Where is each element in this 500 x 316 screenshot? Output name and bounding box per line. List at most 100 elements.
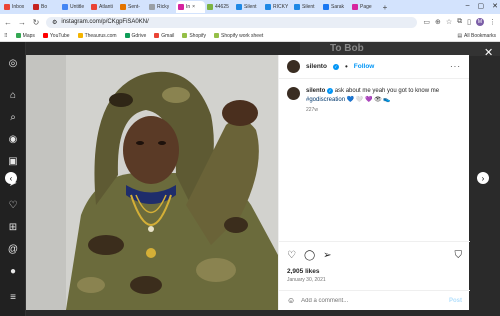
create-icon[interactable]: ⊞ bbox=[7, 222, 19, 234]
zoom-icon[interactable]: ⊕ bbox=[435, 18, 441, 26]
close-window-icon[interactable]: ✕ bbox=[492, 2, 498, 10]
emoji-icon[interactable]: ☺ bbox=[287, 296, 295, 305]
browser-tab[interactable]: Page bbox=[350, 1, 379, 13]
post-header: silento ✓ • Follow ··· bbox=[279, 55, 469, 79]
bookmark-label: Gdrive bbox=[131, 32, 147, 39]
bookmark-label: Shopify bbox=[189, 32, 207, 39]
instagram-logo-icon[interactable]: ◎ bbox=[7, 58, 19, 70]
bookmark-label: YouTube bbox=[49, 32, 70, 39]
more-menu-icon[interactable]: ≡ bbox=[7, 292, 19, 304]
tab-title: Silent bbox=[302, 4, 315, 10]
browser-tab[interactable]: Silent bbox=[234, 1, 263, 13]
tab-title: 44625 bbox=[215, 4, 229, 10]
browser-tab[interactable]: Inbox bbox=[2, 1, 31, 13]
tab-title: In bbox=[186, 4, 191, 10]
apps-grid-icon[interactable]: ⠿ bbox=[4, 33, 8, 39]
post-date: January 30, 2021 bbox=[287, 277, 326, 283]
browser-tab[interactable]: RICKY bbox=[263, 1, 292, 13]
previous-post-arrow-icon[interactable]: ‹ bbox=[5, 172, 17, 184]
caption-avatar[interactable] bbox=[287, 87, 300, 100]
browser-tab[interactable]: Sent- bbox=[118, 1, 147, 13]
tab-favicon-icon bbox=[33, 4, 39, 10]
profile-avatar[interactable]: M bbox=[476, 18, 484, 26]
shopify-icon bbox=[182, 33, 188, 38]
browser-tab[interactable]: Atlanti bbox=[89, 1, 118, 13]
caption-hashtag[interactable]: #godiscreation bbox=[306, 97, 345, 103]
tab-close-icon[interactable]: × bbox=[192, 4, 195, 10]
maximize-icon[interactable]: ▢ bbox=[478, 2, 485, 10]
post-photo[interactable] bbox=[26, 55, 278, 310]
minimize-icon[interactable]: – bbox=[466, 2, 470, 10]
all-bookmarks[interactable]: ▤ All Bookmarks bbox=[457, 33, 496, 39]
post-modal: silento ✓ • Follow ··· silento ✓ ask abo… bbox=[26, 55, 470, 310]
next-post-arrow-icon[interactable]: › bbox=[477, 172, 489, 184]
maps-icon bbox=[15, 33, 21, 38]
bookmark-youtube[interactable]: YouTube bbox=[42, 32, 70, 39]
tab-favicon-icon bbox=[149, 4, 155, 10]
browser-tab[interactable]: Untitle bbox=[60, 1, 89, 13]
browser-tab[interactable]: Sarak bbox=[321, 1, 350, 13]
bookmark-label: Gmail bbox=[161, 32, 175, 39]
comment-input[interactable] bbox=[301, 297, 443, 304]
search-icon[interactable]: ⌕ bbox=[7, 112, 19, 124]
tab-favicon-icon bbox=[91, 4, 97, 10]
browser-tab[interactable]: Bo bbox=[31, 1, 60, 13]
browser-tab[interactable]: Ricky bbox=[147, 1, 176, 13]
browser-toolbar: ← → ↻ ⚙ instagram.com/p/CKgpFiSA0KN/ ▭ ⊕… bbox=[0, 14, 500, 30]
close-modal-icon[interactable]: ✕ bbox=[484, 46, 493, 59]
browser-tab[interactable]: Silent bbox=[292, 1, 321, 13]
back-icon[interactable]: ← bbox=[4, 18, 12, 27]
forward-icon[interactable]: → bbox=[18, 18, 26, 27]
explore-icon[interactable]: ◉ bbox=[7, 134, 19, 146]
bookmark-maps[interactable]: Maps bbox=[15, 32, 35, 39]
bookmark-star-icon[interactable]: ☆ bbox=[446, 18, 452, 26]
comment-bubble-icon[interactable]: ◯ bbox=[304, 250, 315, 261]
url-text[interactable]: instagram.com/p/CKgpFiSA0KN/ bbox=[61, 19, 148, 25]
save-bookmark-icon[interactable]: ⛉ bbox=[455, 250, 463, 261]
tab-title: Inbox bbox=[12, 4, 25, 10]
profile-avatar-icon[interactable]: ● bbox=[7, 266, 19, 278]
bookmark-label: All Bookmarks bbox=[464, 32, 496, 39]
likes-count[interactable]: 2,905 likes bbox=[287, 268, 462, 275]
tab-title: Sarak bbox=[331, 4, 345, 10]
share-send-icon[interactable]: ➢ bbox=[323, 250, 331, 261]
site-info-icon[interactable]: ⚙ bbox=[52, 19, 57, 26]
browser-tab-active[interactable]: In × bbox=[176, 1, 205, 13]
toolbar-actions: ▭ ⊕ ☆ ⧉ ▯ M ⋮ bbox=[423, 18, 496, 26]
more-options-icon[interactable]: ··· bbox=[450, 62, 461, 71]
bookmark-label: Shopify work sheet bbox=[221, 32, 264, 39]
reels-icon[interactable]: ▣ bbox=[7, 156, 19, 168]
bookmark-gmail[interactable]: Gmail bbox=[154, 33, 174, 39]
like-heart-icon[interactable]: ♡ bbox=[287, 250, 296, 261]
reload-icon[interactable]: ↻ bbox=[32, 18, 40, 27]
extensions-icon[interactable]: ⧉ bbox=[457, 18, 462, 26]
post-comment-button[interactable]: Post bbox=[449, 298, 462, 304]
post-photo-illustration bbox=[26, 55, 278, 310]
caption-age: 227w bbox=[306, 107, 318, 113]
bookmark-shopify-sheet[interactable]: Shopify work sheet bbox=[214, 33, 263, 39]
home-icon[interactable]: ⌂ bbox=[7, 90, 19, 102]
author-avatar[interactable] bbox=[287, 60, 300, 73]
threads-icon[interactable]: @ bbox=[7, 244, 19, 256]
menu-icon[interactable]: ⋮ bbox=[489, 18, 496, 26]
new-tab-button[interactable]: + bbox=[379, 3, 391, 12]
sidepanel-icon[interactable]: ▯ bbox=[467, 18, 471, 26]
address-bar[interactable]: ⚙ instagram.com/p/CKgpFiSA0KN/ bbox=[46, 16, 418, 28]
browser-tab[interactable]: 44625 bbox=[205, 1, 234, 13]
tab-title: Atlanti bbox=[99, 4, 113, 10]
bookmark-shopify[interactable]: Shopify bbox=[182, 33, 206, 39]
bookmark-label: Maps bbox=[22, 32, 35, 39]
bookmarks-bar: ⠿ Maps YouTube Theaurus.com Gdrive Gmail… bbox=[0, 30, 500, 42]
gdrive-icon bbox=[124, 33, 130, 38]
caption-body: ask about me yeah you got to know me bbox=[334, 88, 440, 94]
bookmark-thesaurus[interactable]: Theaurus.com bbox=[77, 32, 117, 39]
author-username[interactable]: silento bbox=[306, 63, 327, 70]
post-actions: ♡ ◯ ➢ ⛉ 2,905 likes January 30, 2021 bbox=[279, 241, 470, 283]
notifications-icon[interactable]: ♡ bbox=[7, 200, 19, 212]
follow-button[interactable]: Follow bbox=[354, 63, 375, 70]
bookmark-label: Theaurus.com bbox=[84, 32, 117, 39]
caption-username[interactable]: silento bbox=[306, 88, 325, 94]
bookmark-gdrive[interactable]: Gdrive bbox=[124, 32, 147, 39]
tab-favicon-icon bbox=[62, 4, 68, 10]
cast-icon[interactable]: ▭ bbox=[423, 18, 430, 26]
